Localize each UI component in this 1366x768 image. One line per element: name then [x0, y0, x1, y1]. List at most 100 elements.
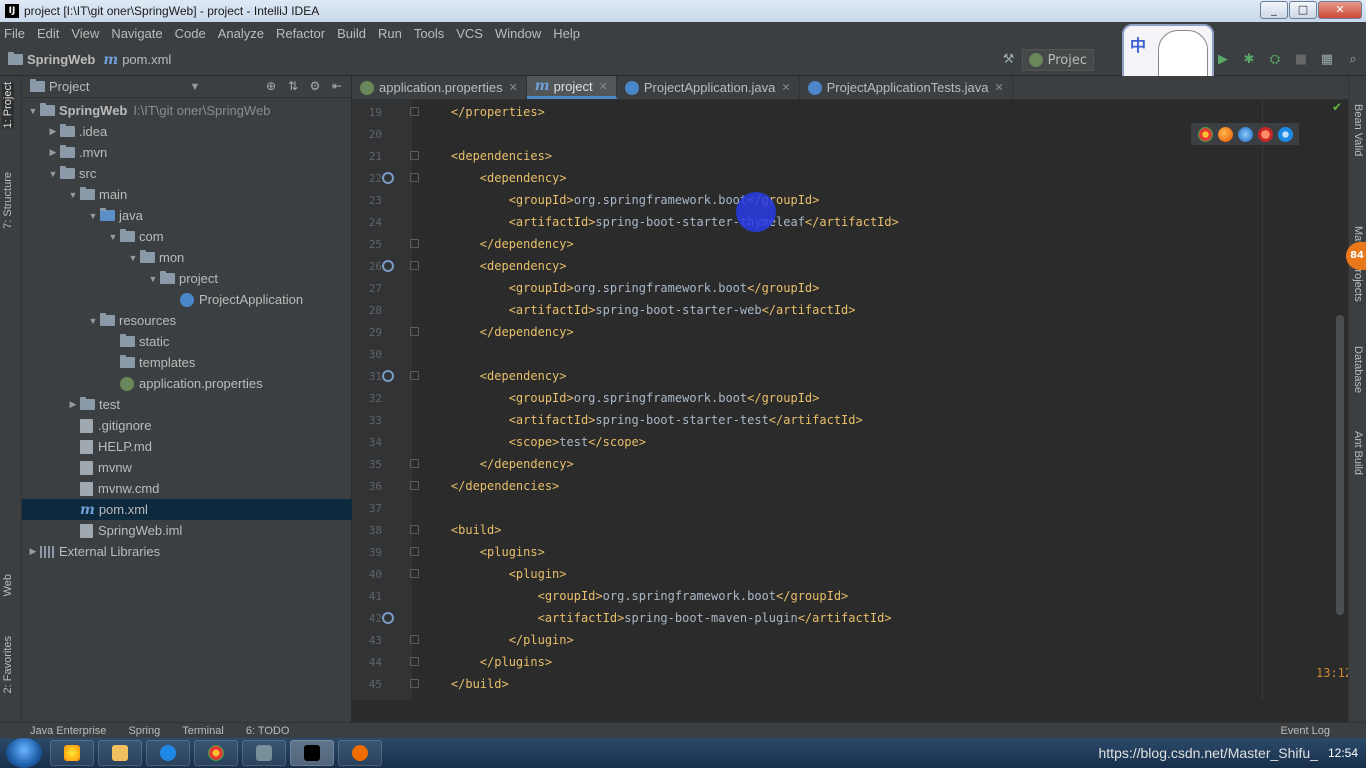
fold-marker-icon[interactable]: [410, 239, 419, 248]
debug-icon[interactable]: ✱: [1241, 52, 1257, 68]
menu-run[interactable]: Run: [378, 26, 402, 41]
maximize-button[interactable]: □: [1289, 1, 1317, 19]
tree-item[interactable]: ▶ External Libraries: [22, 541, 352, 562]
tree-item[interactable]: ▶ .idea: [22, 121, 352, 142]
collapse-all-icon[interactable]: ⇅: [285, 79, 301, 93]
maven-dependency-icon[interactable]: [382, 612, 394, 624]
menu-window[interactable]: Window: [495, 26, 541, 41]
fold-marker-icon[interactable]: [410, 327, 419, 336]
code-line[interactable]: <artifactId>spring-boot-maven-plugin</ar…: [422, 607, 892, 629]
fold-marker-icon[interactable]: [410, 547, 419, 556]
editor-tab[interactable]: ProjectApplicationTests.java ✕: [800, 76, 1013, 99]
search-icon[interactable]: ⌕: [1345, 52, 1361, 68]
code-line[interactable]: </dependency>: [422, 453, 574, 475]
menu-code[interactable]: Code: [175, 26, 206, 41]
code-line[interactable]: <groupId>org.springframework.boot</group…: [422, 387, 820, 409]
opera-icon[interactable]: [1257, 126, 1273, 142]
tree-item[interactable]: templates: [22, 352, 352, 373]
menu-file[interactable]: File: [4, 26, 25, 41]
menu-tools[interactable]: Tools: [414, 26, 444, 41]
tab-database[interactable]: Database: [1352, 346, 1364, 393]
maven-dependency-icon[interactable]: [382, 370, 394, 382]
fold-marker-icon[interactable]: [410, 371, 419, 380]
tree-item[interactable]: ▼ src: [22, 163, 352, 184]
code-line[interactable]: <build>: [422, 519, 502, 541]
taskbar-app-7[interactable]: [338, 740, 382, 766]
tree-item[interactable]: ▼ mon: [22, 247, 352, 268]
menu-vcs[interactable]: VCS: [456, 26, 483, 41]
menu-view[interactable]: View: [71, 26, 99, 41]
tree-item[interactable]: ProjectApplication: [22, 289, 352, 310]
menu-edit[interactable]: Edit: [37, 26, 59, 41]
tree-item[interactable]: .gitignore: [22, 415, 352, 436]
taskbar-chrome[interactable]: [194, 740, 238, 766]
stop-icon[interactable]: ■: [1293, 52, 1309, 68]
bottom-tool-spring[interactable]: Spring: [128, 725, 160, 737]
chevron-down-icon[interactable]: ▼: [86, 316, 100, 326]
chevron-down-icon[interactable]: ▼: [106, 232, 120, 242]
fold-marker-icon[interactable]: [410, 107, 419, 116]
clock[interactable]: 12:54: [1328, 746, 1358, 760]
tab-structure[interactable]: 7: Structure: [2, 172, 14, 229]
code-line[interactable]: <dependency>: [422, 255, 567, 277]
breadcrumb-project[interactable]: SpringWeb: [8, 52, 95, 67]
run-configuration-select[interactable]: Projec: [1021, 49, 1094, 71]
close-button[interactable]: ✕: [1318, 1, 1362, 19]
gear-icon[interactable]: ⚙: [307, 79, 323, 93]
chevron-down-icon[interactable]: ▼: [66, 190, 80, 200]
menu-help[interactable]: Help: [553, 26, 580, 41]
code-line[interactable]: </dependency>: [422, 321, 574, 343]
taskbar-app-5[interactable]: [242, 740, 286, 766]
code-line[interactable]: <artifactId>spring-boot-starter-thymelea…: [422, 211, 899, 233]
tree-item[interactable]: mvnw: [22, 457, 352, 478]
fold-marker-icon[interactable]: [410, 679, 419, 688]
close-tab-icon[interactable]: ✕: [599, 80, 608, 93]
code-editor[interactable]: 19 20 21 22 23 24 25 26 27 28 29 30 31 32 33 34 35 36 37 38…: [352, 100, 1348, 700]
code-line[interactable]: </dependency>: [422, 233, 574, 255]
tree-item[interactable]: ▼ project: [22, 268, 352, 289]
fold-marker-icon[interactable]: [410, 173, 419, 182]
fold-marker-icon[interactable]: [410, 635, 419, 644]
fold-marker-icon[interactable]: [410, 481, 419, 490]
maven-dependency-icon[interactable]: [382, 260, 394, 272]
event-log-button[interactable]: Event Log: [1280, 725, 1330, 737]
code-line[interactable]: <artifactId>spring-boot-starter-web</art…: [422, 299, 856, 321]
locate-icon[interactable]: ⊕: [263, 79, 279, 93]
tree-item[interactable]: ▼ SpringWeb I:\IT\git oner\SpringWeb: [22, 100, 352, 121]
fold-marker-icon[interactable]: [410, 459, 419, 468]
tree-item[interactable]: application.properties: [22, 373, 352, 394]
tree-item[interactable]: ▼ com: [22, 226, 352, 247]
fold-marker-icon[interactable]: [410, 657, 419, 666]
code-line[interactable]: <dependencies>: [422, 145, 552, 167]
fold-marker-icon[interactable]: [410, 525, 419, 534]
build-icon[interactable]: ⚒: [1001, 52, 1017, 68]
tree-item[interactable]: ▼ main: [22, 184, 352, 205]
fold-marker-icon[interactable]: [410, 569, 419, 578]
close-tab-icon[interactable]: ✕: [509, 81, 518, 94]
fold-marker-icon[interactable]: [410, 261, 419, 270]
chevron-right-icon[interactable]: ▶: [66, 399, 80, 410]
code-line[interactable]: </build>: [422, 673, 509, 695]
chevron-right-icon[interactable]: ▶: [46, 126, 60, 137]
close-tab-icon[interactable]: ✕: [994, 81, 1003, 94]
tab-ant-build[interactable]: Ant Build: [1352, 431, 1364, 475]
ie-icon[interactable]: [1277, 126, 1293, 142]
menu-navigate[interactable]: Navigate: [111, 26, 162, 41]
notification-badge[interactable]: 84: [1346, 242, 1366, 270]
tab-project[interactable]: 1: Project: [2, 82, 14, 129]
maven-dependency-icon[interactable]: [382, 172, 394, 184]
code-line[interactable]: </plugin>: [422, 629, 574, 651]
chevron-right-icon[interactable]: ▶: [46, 147, 60, 158]
code-line[interactable]: </dependencies>: [422, 475, 559, 497]
fold-marker-icon[interactable]: [410, 151, 419, 160]
menu-refactor[interactable]: Refactor: [276, 26, 325, 41]
code-line[interactable]: <artifactId>spring-boot-starter-test</ar…: [422, 409, 863, 431]
editor-tab[interactable]: ProjectApplication.java ✕: [617, 76, 800, 99]
tab-favorites[interactable]: 2: Favorites: [2, 636, 14, 693]
chevron-down-icon[interactable]: ▼: [146, 274, 160, 284]
tree-item[interactable]: m pom.xml: [22, 499, 352, 520]
bottom-tool-terminal[interactable]: Terminal: [182, 725, 224, 737]
code-line[interactable]: <groupId>org.springframework.boot</group…: [422, 277, 820, 299]
editor-tab[interactable]: application.properties ✕: [352, 76, 527, 99]
chevron-down-icon[interactable]: ▼: [46, 169, 60, 179]
